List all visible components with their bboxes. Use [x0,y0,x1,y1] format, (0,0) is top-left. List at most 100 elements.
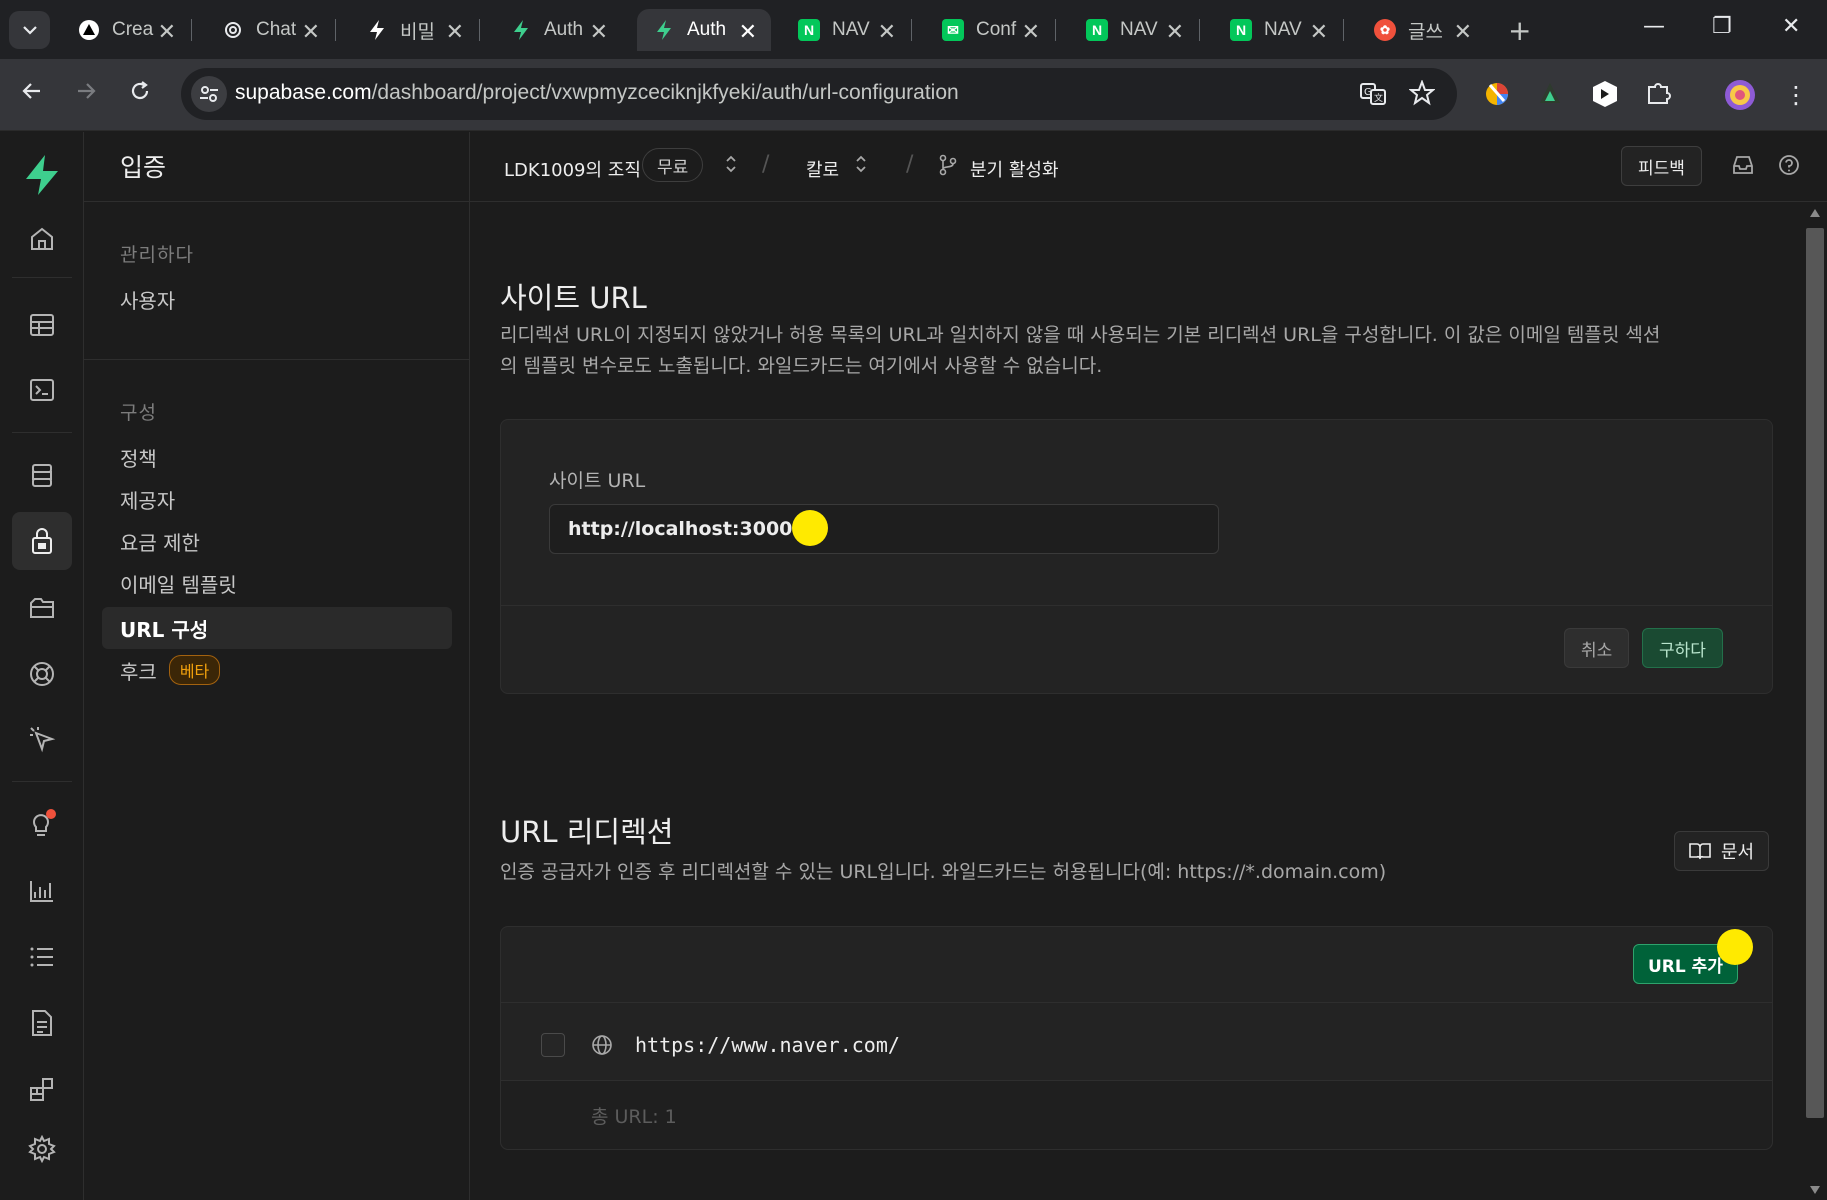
storage-icon[interactable] [12,579,72,637]
arrow-left-icon [22,83,40,99]
total-url-count: 총 URL: 1 [591,1106,677,1128]
close-icon[interactable]: ✕ [446,19,464,45]
sidebar-item-providers[interactable]: 제공자 [102,478,452,520]
profile-avatar[interactable] [1724,79,1756,115]
realtime-icon[interactable] [12,645,72,703]
close-icon[interactable]: ✕ [1166,19,1184,45]
more-menu-icon[interactable]: ⋮ [1784,81,1808,109]
naver-icon: N [1086,19,1108,41]
browser-tab[interactable]: ✿ 글쓰 ✕ [1358,9,1486,51]
arrow-right-icon [78,83,96,99]
restore-button[interactable]: ❐ [1712,14,1732,39]
supabase-logo[interactable] [12,146,72,204]
plan-badge: 무료 [642,148,704,182]
browser-tab[interactable]: N NAV ✕ [782,9,912,51]
new-tab-button[interactable]: + [1508,14,1531,47]
database-icon[interactable] [12,447,72,505]
extension-color-icon[interactable] [1482,79,1512,113]
browser-tab[interactable]: Auth ✕ [494,9,622,51]
extension-shield-icon[interactable] [1591,79,1619,113]
sidebar-item-rate-limits[interactable]: 요금 제한 [102,520,452,562]
tab-search-button[interactable] [9,11,50,49]
redirect-url-value: https://www.naver.com/ [635,1033,900,1057]
cancel-button[interactable]: 취소 [1564,628,1630,668]
browser-tab[interactable]: Chat ✕ [206,9,336,51]
git-branch-icon [938,154,958,180]
address-bar[interactable]: supabase.com/dashboard/project/vxwpmyzce… [181,68,1457,120]
close-icon[interactable]: ✕ [302,19,320,45]
site-url-input[interactable]: http://localhost:3000 [549,504,1219,554]
close-icon[interactable]: ✕ [739,19,757,45]
section-label-config: 구성 [120,402,157,424]
beta-badge: 베타 [168,655,221,685]
browser-tab[interactable]: 비밀 ✕ [350,9,480,51]
home-icon[interactable] [12,210,72,268]
feedback-button[interactable]: 피드백 [1621,146,1702,186]
site-url-heading: 사이트 URL [500,281,647,315]
close-icon[interactable]: ✕ [878,19,896,45]
forward-button[interactable] [74,79,98,110]
supabase-icon [653,19,675,41]
naver-icon: N [798,19,820,41]
gear-icon[interactable] [12,1120,72,1178]
close-window-button[interactable]: ✕ [1782,14,1800,39]
help-icon[interactable] [1778,154,1800,180]
close-icon[interactable]: ✕ [1454,19,1472,45]
project-selector[interactable]: 칼로 [806,156,839,182]
browser-tab[interactable]: ✉ Conf ✕ [926,9,1056,51]
minimize-button[interactable]: — [1643,14,1665,39]
extensions-puzzle-icon[interactable] [1645,79,1673,111]
enable-branching-button[interactable]: 분기 활성화 [970,156,1059,182]
close-icon[interactable]: ✕ [158,19,176,45]
table-editor-icon[interactable] [12,296,72,354]
edge-functions-icon[interactable] [12,710,72,768]
close-icon[interactable]: ✕ [1310,19,1328,45]
api-docs-icon[interactable] [12,994,72,1052]
sidebar-item-url-configuration[interactable]: URL 구성 [102,607,452,649]
integrations-icon[interactable] [12,1060,72,1118]
browser-tab[interactable]: N NAV ✕ [1070,9,1200,51]
url-row-checkbox[interactable] [541,1033,565,1057]
supabase-icon [510,19,532,41]
close-icon[interactable]: ✕ [1022,19,1040,45]
url-path: /dashboard/project/vxwpmyzceciknjkfyeki/… [371,81,959,104]
sidebar-item-users[interactable]: 사용자 [102,278,452,320]
sidebar-item-hooks[interactable]: 후크 베타 [102,649,452,691]
scrollbar-thumb[interactable] [1806,228,1824,1118]
back-button[interactable] [20,79,44,110]
save-button[interactable]: 구하다 [1642,628,1723,668]
org-selector[interactable]: LDK1009의 조직 [504,156,641,182]
triangle-icon [78,19,100,41]
authentication-icon[interactable] [12,512,72,570]
sidebar-item-email-templates[interactable]: 이메일 템플릿 [102,562,452,604]
sql-editor-icon[interactable] [12,361,72,419]
sidebar-item-label: 후크 [120,659,157,684]
naver-icon: N [1230,19,1252,41]
extension-triangle-icon[interactable] [1538,81,1562,111]
browser-tab[interactable]: Crea ✕ [62,9,192,51]
reports-icon[interactable] [12,862,72,920]
book-open-icon [1689,843,1711,860]
close-icon[interactable]: ✕ [590,19,608,45]
globe-icon [591,1034,613,1060]
advisors-icon[interactable] [12,796,72,854]
browser-tab-active[interactable]: Auth ✕ [637,9,771,51]
redirect-urls-heading: URL 리디렉션 [500,815,674,849]
translate-icon[interactable]: G文 [1359,80,1387,112]
browser-toolbar: supabase.com/dashboard/project/vxwpmyzce… [0,59,1827,131]
browser-tab-strip: Crea ✕ Chat ✕ 비밀 ✕ Auth ✕ Auth ✕ N NAV ✕… [0,0,1827,59]
chevrons-updown-icon[interactable] [854,154,868,178]
openai-icon [222,19,244,41]
browser-tab[interactable]: N NAV ✕ [1214,9,1344,51]
docs-button[interactable]: 문서 [1674,831,1770,871]
chevrons-updown-icon[interactable] [724,154,738,178]
bolt-icon [366,19,388,41]
star-icon[interactable] [1408,79,1436,110]
inbox-icon[interactable] [1732,154,1754,180]
site-url-panel: 사이트 URL http://localhost:3000 취소 구하다 [500,419,1773,694]
redirect-urls-panel: URL 추가 https://www.naver.com/ 총 URL: 1 [500,926,1773,1150]
sidebar-item-policies[interactable]: 정책 [102,436,452,478]
logs-icon[interactable] [12,928,72,986]
site-info-icon[interactable] [191,76,227,112]
reload-button[interactable] [128,79,152,110]
